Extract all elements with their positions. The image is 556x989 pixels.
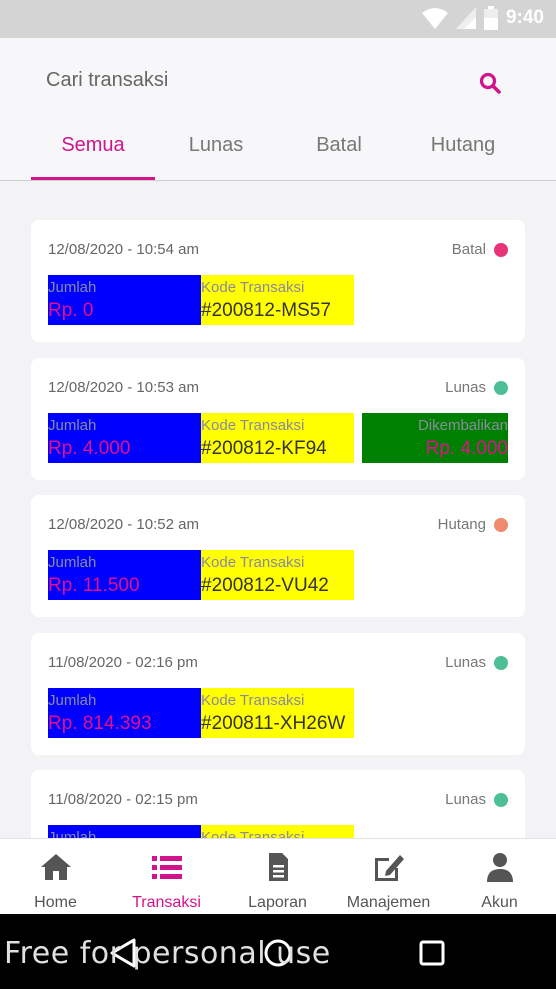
code-value: #200812-VU42 (201, 575, 329, 596)
bottom-nav: Home Transaksi Laporan Manajemen Akun (0, 838, 556, 914)
status-dot-icon (494, 792, 508, 807)
amount-label: Jumlah (48, 554, 97, 571)
cellular-signal-icon (455, 7, 476, 29)
status-bar: 9:40 (0, 0, 556, 38)
amount-box: Jumlah Rp. 0 (48, 275, 201, 325)
nav-transaksi[interactable]: Transaksi (111, 839, 222, 915)
status-label: Lunas (445, 379, 486, 396)
transaction-datetime: 12/08/2020 - 10:52 am (48, 516, 199, 533)
nav-label: Akun (481, 894, 518, 911)
code-box: Kode Transaksi #200812-KF94 (201, 413, 354, 463)
transaction-card[interactable]: 12/08/2020 - 10:53 am Lunas Jumlah Rp. 4… (31, 358, 525, 480)
search-input[interactable] (46, 69, 466, 92)
transaction-list[interactable]: 12/08/2020 - 10:54 am Batal Jumlah Rp. 0… (0, 182, 556, 838)
amount-box: Jumlah Rp. 11.500 (48, 550, 201, 600)
wifi-icon (421, 8, 448, 29)
list-icon (151, 856, 182, 879)
transaction-datetime: 12/08/2020 - 10:53 am (48, 379, 199, 396)
status-dot-icon (494, 242, 508, 257)
transaction-card[interactable]: 11/08/2020 - 02:16 pm Lunas Jumlah Rp. 8… (31, 633, 525, 755)
active-tab-indicator (31, 177, 155, 180)
status-label: Lunas (445, 791, 486, 808)
code-label: Kode Transaksi (201, 829, 305, 838)
battery-icon (483, 6, 498, 30)
home-icon (40, 854, 71, 880)
nav-laporan[interactable]: Laporan (222, 839, 333, 915)
nav-manajemen[interactable]: Manajemen (333, 839, 444, 915)
document-icon (268, 853, 288, 881)
transaction-datetime: 11/08/2020 - 02:15 pm (48, 791, 198, 808)
status-icons: 9:40 (421, 6, 544, 30)
transaction-status: Hutang (438, 516, 508, 533)
nav-label: Laporan (248, 894, 307, 911)
code-label: Kode Transaksi (201, 554, 305, 571)
nav-label: Home (34, 894, 77, 911)
amount-value: Rp. 814.393 (48, 713, 152, 734)
recents-icon[interactable] (415, 936, 449, 970)
returned-label: Dikembalikan (417, 417, 508, 434)
code-label: Kode Transaksi (201, 692, 305, 709)
code-label: Kode Transaksi (201, 279, 305, 296)
transaction-card[interactable]: 12/08/2020 - 10:52 am Hutang Jumlah Rp. … (31, 495, 525, 617)
tab-hutang[interactable]: Hutang (401, 134, 525, 180)
transaction-status: Batal (452, 241, 508, 258)
amount-box: Jumlah Rp. 4.000 (48, 413, 201, 463)
amount-label: Jumlah (48, 279, 97, 296)
status-dot-icon (494, 655, 508, 670)
amount-value: Rp. 0 (48, 300, 94, 321)
tab-batal[interactable]: Batal (277, 134, 401, 180)
nav-akun[interactable]: Akun (444, 839, 555, 915)
code-value: #200812-KF94 (201, 438, 327, 459)
status-dot-icon (494, 380, 508, 395)
edit-icon (374, 855, 404, 881)
user-icon (486, 853, 513, 882)
returned-value: Rp. 4.000 (425, 438, 508, 459)
tab-lunas[interactable]: Lunas (155, 134, 277, 180)
code-box: Kode Transaksi #200811-XH26W (201, 688, 354, 738)
search-icon[interactable] (478, 71, 502, 95)
amount-label: Jumlah (48, 829, 97, 838)
transaction-datetime: 12/08/2020 - 10:54 am (48, 241, 199, 258)
status-dot-icon (494, 517, 508, 532)
transaction-status: Lunas (445, 379, 508, 396)
watermark: Free for personal use (4, 936, 331, 971)
status-time: 9:40 (505, 7, 544, 28)
nav-label: Transaksi (132, 894, 201, 911)
transaction-status: Lunas (445, 791, 508, 808)
code-label: Kode Transaksi (201, 417, 305, 434)
returned-box: Dikembalikan Rp. 4.000 (362, 413, 508, 463)
status-label: Batal (451, 241, 486, 258)
nav-label: Manajemen (346, 894, 431, 911)
code-box: Kode Transaksi #200812-MS57 (201, 275, 354, 325)
tab-semua[interactable]: Semua (31, 134, 155, 180)
transaction-card[interactable]: 11/08/2020 - 02:15 pm Lunas Jumlah Kode … (31, 770, 525, 838)
nav-home[interactable]: Home (0, 839, 111, 915)
amount-label: Jumlah (48, 692, 97, 709)
code-value: #200812-MS57 (201, 300, 331, 321)
header: Semua Lunas Batal Hutang (0, 38, 556, 181)
amount-value: Rp. 11.500 (48, 575, 140, 596)
transaction-card[interactable]: 12/08/2020 - 10:54 am Batal Jumlah Rp. 0… (31, 220, 525, 342)
amount-label: Jumlah (48, 417, 97, 434)
transaction-status: Lunas (445, 654, 508, 671)
status-label: Lunas (445, 654, 486, 671)
amount-value: Rp. 4.000 (48, 438, 131, 459)
tab-bar: Semua Lunas Batal Hutang (0, 134, 556, 180)
status-label: Hutang (437, 516, 486, 533)
transaction-datetime: 11/08/2020 - 02:16 pm (48, 654, 198, 671)
code-value: #200811-XH26W (201, 713, 346, 734)
amount-box: Jumlah Rp. 814.393 (48, 688, 201, 738)
code-box: Kode Transaksi #200812-VU42 (201, 550, 354, 600)
amount-box: Jumlah (48, 825, 201, 838)
code-box: Kode Transaksi (201, 825, 354, 838)
